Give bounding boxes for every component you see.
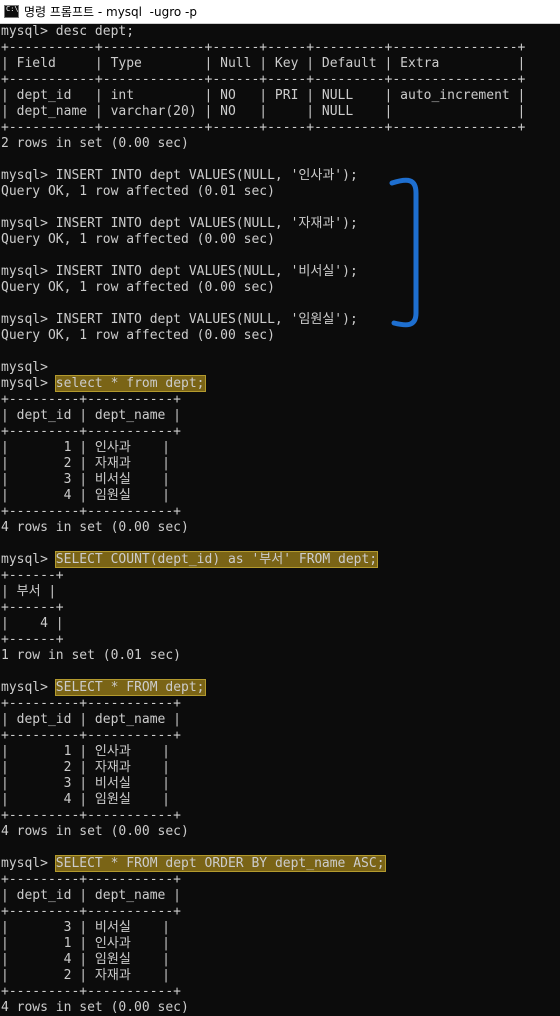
console-line: mysql> INSERT INTO dept VALUES(NULL, '인사… xyxy=(1,168,358,183)
console-line: | 3 | 비서실 | xyxy=(1,776,170,791)
console-line: | 4 | 임원실 | xyxy=(1,488,170,503)
console-line: 1 row in set (0.01 sec) xyxy=(1,648,182,663)
console-line: | dept_id | dept_name | xyxy=(1,888,182,903)
console-line: 4 rows in set (0.00 sec) xyxy=(1,520,189,535)
console-line: mysql> SELECT * FROM dept; xyxy=(1,679,206,696)
console-line: | dept_id | dept_name | xyxy=(1,712,182,727)
console-line: | 4 | 임원실 | xyxy=(1,952,170,967)
console-line: +---------+-----------+ xyxy=(1,808,182,823)
console-line: | 2 | 자재과 | xyxy=(1,760,170,775)
console-line: | 3 | 비서실 | xyxy=(1,920,170,935)
console-line: +------+ xyxy=(1,600,64,615)
mysql-prompt: mysql> xyxy=(1,552,56,567)
app-icon-text: C:\ xyxy=(6,5,19,13)
console-line: | 2 | 자재과 | xyxy=(1,456,170,471)
highlighted-query: SELECT * FROM dept ORDER BY dept_name AS… xyxy=(54,855,386,872)
console-line: | 부서 | xyxy=(1,584,57,599)
window-title: 명령 프롬프트 - mysql -ugro -p xyxy=(24,5,197,19)
console-line: +---------+-----------+ xyxy=(1,728,182,743)
console-line: mysql> SELECT * FROM dept ORDER BY dept_… xyxy=(1,855,386,872)
console-line: +-----------+-------------+------+-----+… xyxy=(1,40,526,55)
console-line: mysql> select * from dept; xyxy=(1,375,206,392)
console-line: +---------+-----------+ xyxy=(1,504,182,519)
mysql-prompt: mysql> xyxy=(1,680,56,695)
console-line: +---------+-----------+ xyxy=(1,696,182,711)
console-line: mysql> INSERT INTO dept VALUES(NULL, '자재… xyxy=(1,216,358,231)
console-line: +-----------+-------------+------+-----+… xyxy=(1,72,526,87)
console-line: | 1 | 인사과 | xyxy=(1,744,170,759)
console-line: mysql> INSERT INTO dept VALUES(NULL, '임원… xyxy=(1,312,358,327)
console-line: mysql> desc dept; xyxy=(1,24,135,39)
console-line: 4 rows in set (0.00 sec) xyxy=(1,824,189,839)
console-line: mysql> INSERT INTO dept VALUES(NULL, '비서… xyxy=(1,264,358,279)
console-line: | 4 | xyxy=(1,616,64,631)
console-line: +---------+-----------+ xyxy=(1,904,182,919)
mysql-prompt: mysql> xyxy=(1,856,56,871)
console-line: 2 rows in set (0.00 sec) xyxy=(1,136,189,151)
command-prompt-icon: C:\ xyxy=(4,5,19,18)
console-line: | 4 | 임원실 | xyxy=(1,792,170,807)
console-line: | dept_id | dept_name | xyxy=(1,408,182,423)
mysql-prompt: mysql> xyxy=(1,376,56,391)
console-line: +---------+-----------+ xyxy=(1,424,182,439)
console-line: | 1 | 인사과 | xyxy=(1,440,170,455)
highlighted-query: SELECT * FROM dept; xyxy=(54,679,206,696)
console-line: | 3 | 비서실 | xyxy=(1,472,170,487)
console-line: +-----------+-------------+------+-----+… xyxy=(1,120,526,135)
console-line: +------+ xyxy=(1,632,64,647)
console-line: | Field | Type | Null | Key | Default | … xyxy=(1,56,526,71)
console-line: 4 rows in set (0.00 sec) xyxy=(1,1000,189,1015)
console-line: +---------+-----------+ xyxy=(1,392,182,407)
console-line: | dept_id | int | NO | PRI | NULL | auto… xyxy=(1,88,526,103)
window-titlebar: C:\ 명령 프롬프트 - mysql -ugro -p xyxy=(0,0,560,24)
console-line: Query OK, 1 row affected (0.00 sec) xyxy=(1,232,275,247)
console-line: mysql> xyxy=(1,360,48,375)
console-line: Query OK, 1 row affected (0.00 sec) xyxy=(1,280,275,295)
insert-group-brace xyxy=(389,177,419,328)
highlighted-query: SELECT COUNT(dept_id) as '부서' FROM dept; xyxy=(54,551,379,568)
console-line: | 1 | 인사과 | xyxy=(1,936,170,951)
console-line: +------+ xyxy=(1,568,64,583)
console-output[interactable]: mysql> desc dept; +-----------+----------… xyxy=(0,24,560,1016)
console-line: | dept_name | varchar(20) | NO | | NULL … xyxy=(1,104,526,119)
console-line: +---------+-----------+ xyxy=(1,872,182,887)
console-line: Query OK, 1 row affected (0.01 sec) xyxy=(1,184,275,199)
highlighted-query: select * from dept; xyxy=(54,375,206,392)
console-line: Query OK, 1 row affected (0.00 sec) xyxy=(1,328,275,343)
console-line: +---------+-----------+ xyxy=(1,984,182,999)
console-line: | 2 | 자재과 | xyxy=(1,968,170,983)
console-line: mysql> SELECT COUNT(dept_id) as '부서' FRO… xyxy=(1,551,379,568)
